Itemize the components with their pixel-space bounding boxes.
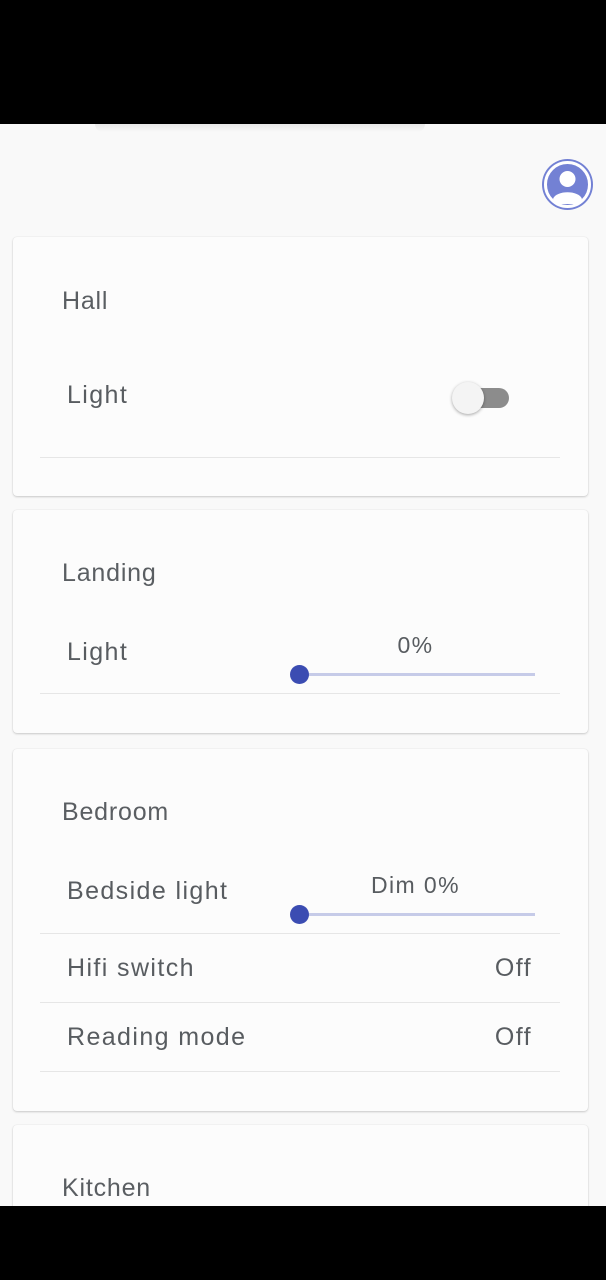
divider — [40, 457, 560, 458]
room-title: Bedroom — [62, 798, 170, 826]
light-toggle-switch[interactable] — [452, 382, 512, 414]
room-title: Landing — [62, 559, 157, 587]
device-label-hifi-switch: Hifi switch — [67, 954, 195, 982]
divider — [40, 1071, 560, 1072]
slider-rail — [299, 913, 535, 916]
reading-mode-state[interactable]: Off — [495, 1023, 532, 1052]
room-card-kitchen: Kitchen — [13, 1125, 588, 1206]
status-bar — [0, 0, 606, 124]
slider-thumb[interactable] — [289, 905, 309, 924]
device-label-bedside-light: Bedside light — [67, 877, 229, 905]
divider — [40, 933, 560, 934]
divider — [40, 693, 560, 694]
account-avatar-button[interactable] — [542, 159, 593, 210]
toggle-thumb[interactable] — [452, 382, 484, 414]
rooms-list[interactable]: Hall Light Landing Light 0% Bedroom Beds… — [0, 124, 606, 1206]
slider-rail — [299, 673, 535, 676]
divider — [40, 1002, 560, 1003]
device-label-light: Light — [67, 638, 129, 666]
device-label-light: Light — [67, 381, 129, 409]
slider-thumb[interactable] — [289, 665, 309, 684]
app-bar-shadow — [95, 124, 425, 132]
navigation-bar — [0, 1206, 606, 1280]
room-card-hall: Hall Light — [13, 237, 588, 496]
slider-value-text: Dim 0% — [371, 872, 460, 898]
room-title: Kitchen — [62, 1174, 151, 1202]
bedside-light-slider[interactable] — [289, 902, 535, 926]
room-title: Hall — [62, 287, 109, 315]
light-level-slider[interactable] — [289, 662, 535, 686]
account-circle-icon — [544, 161, 591, 208]
room-card-bedroom: Bedroom Bedside light Dim 0% Hifi switch… — [13, 749, 588, 1111]
room-card-landing: Landing Light 0% — [13, 510, 588, 733]
slider-value-text: 0% — [397, 632, 434, 658]
hifi-switch-state[interactable]: Off — [495, 954, 532, 983]
device-label-reading-mode: Reading mode — [67, 1023, 247, 1051]
